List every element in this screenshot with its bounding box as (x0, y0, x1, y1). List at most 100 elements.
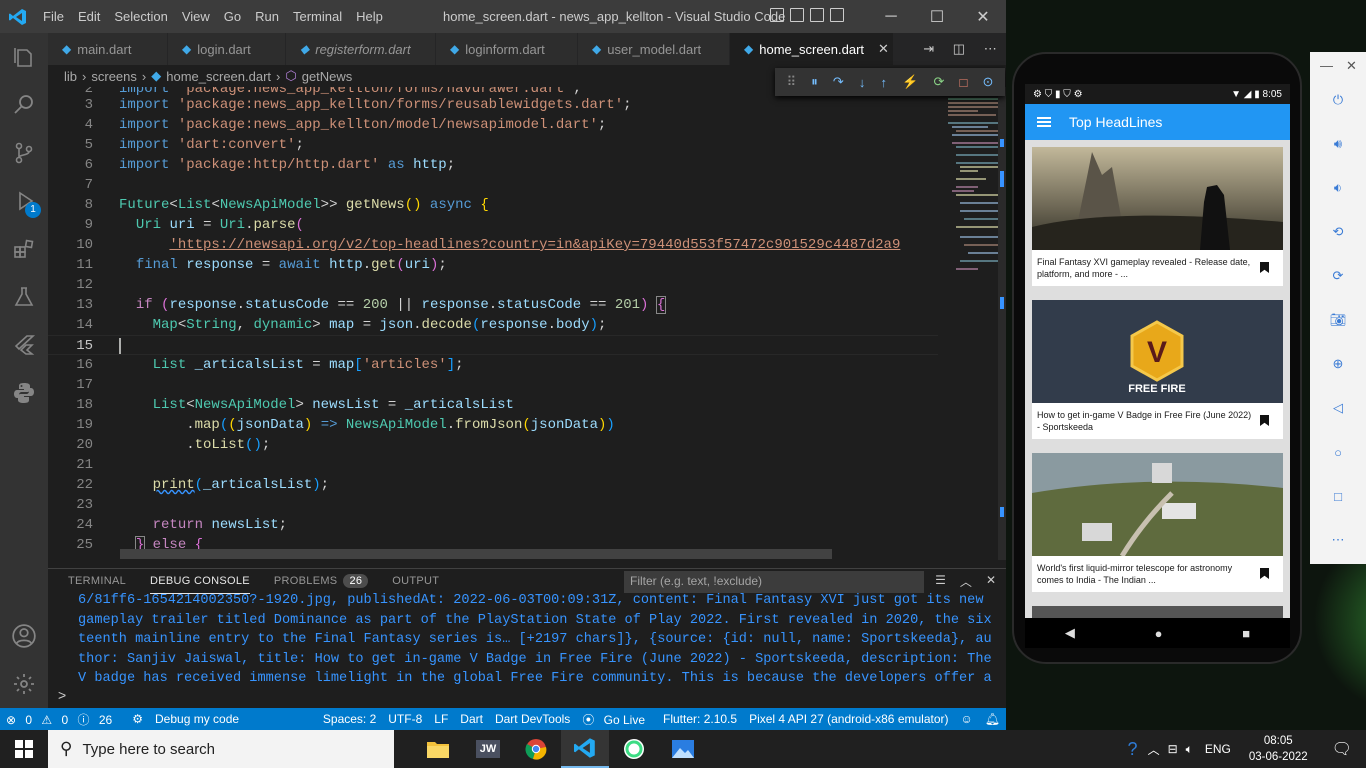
language-status[interactable]: Dart (454, 712, 489, 726)
home-icon[interactable]: ○ (1310, 430, 1366, 474)
step-out-icon[interactable]: ↑ (881, 75, 888, 90)
breadcrumb-file[interactable]: home_screen.dart (166, 69, 271, 84)
flutter-icon[interactable] (0, 321, 48, 369)
horizontal-scrollbar[interactable] (120, 549, 832, 559)
news-card[interactable] (1032, 606, 1283, 618)
bookmark-icon[interactable] (1260, 415, 1269, 426)
camera-icon[interactable]: 📷︎ (1310, 298, 1366, 342)
settings-gear-icon[interactable] (0, 660, 48, 708)
android-studio-icon[interactable] (610, 730, 658, 768)
clear-console-icon[interactable]: ☰ (935, 573, 946, 590)
pause-icon[interactable]: ⏸ (811, 74, 818, 90)
notifications-icon[interactable]: 🔔︎ (979, 712, 1006, 726)
jw-app-icon[interactable]: JW (464, 730, 512, 768)
code-editor[interactable]: 2 import 'package:news_app_kellton/forms/… (48, 87, 1006, 560)
restart-icon[interactable]: ⟳ (933, 74, 944, 90)
tab-output[interactable]: OUTPUT (392, 569, 439, 593)
more-actions-icon[interactable]: ⋯ (984, 41, 997, 57)
step-over-icon[interactable]: ↷ (833, 74, 844, 90)
clock[interactable]: 08:05 03-06-2022 (1239, 733, 1318, 765)
rotate-left-icon[interactable]: ⟲ (1310, 210, 1366, 254)
explorer-icon[interactable] (0, 33, 48, 81)
tab-loginform-dart[interactable]: ◆ loginform.dart (436, 33, 578, 65)
stop-icon[interactable]: □ (959, 75, 967, 90)
minimize-emulator-icon[interactable]: — (1320, 58, 1333, 73)
photos-icon[interactable] (659, 730, 707, 768)
menu-terminal[interactable]: Terminal (286, 0, 349, 33)
menu-selection[interactable]: Selection (107, 0, 174, 33)
testing-icon[interactable] (0, 273, 48, 321)
power-icon[interactable]: ⏻ (1310, 78, 1366, 122)
maximize-icon[interactable]: ☐ (914, 0, 960, 33)
volume-up-icon[interactable]: 🔊︎ (1310, 122, 1366, 166)
device-status[interactable]: Pixel 4 API 27 (android-x86 emulator) (743, 712, 954, 726)
zoom-icon[interactable]: ⊕ (1310, 342, 1366, 386)
console-prompt-icon[interactable]: > (58, 687, 66, 703)
tab-problems[interactable]: PROBLEMS 26 (274, 569, 369, 593)
tab-login-dart[interactable]: ◆ login.dart (168, 33, 286, 65)
eol-status[interactable]: LF (428, 712, 454, 726)
windows-start-icon[interactable] (0, 730, 48, 768)
toggle-secondary-sidebar-icon[interactable] (810, 8, 824, 22)
devtools-search-icon[interactable]: ⊙ (982, 74, 993, 90)
rotate-right-icon[interactable]: ⟳ (1310, 254, 1366, 298)
vertical-scrollbar[interactable] (998, 87, 1006, 560)
breadcrumb-screens[interactable]: screens (91, 69, 137, 84)
hot-reload-icon[interactable]: ⚡ (902, 74, 918, 90)
tab-main-dart[interactable]: ◆ main.dart (48, 33, 168, 65)
customize-layout-icon[interactable] (830, 8, 844, 22)
news-card[interactable]: V FREE FIRE How to get in-game V Badge in… (1032, 300, 1283, 439)
drag-handle-icon[interactable]: ⠿ (787, 74, 797, 90)
debug-icon[interactable]: ⚙ (124, 712, 149, 726)
source-control-icon[interactable] (0, 129, 48, 177)
open-changes-icon[interactable]: ⇥ (923, 41, 934, 57)
news-card[interactable]: World's first liquid-mirror telescope fo… (1032, 453, 1283, 592)
menu-view[interactable]: View (175, 0, 217, 33)
tab-user-model-dart[interactable]: ◆ user_model.dart (578, 33, 730, 65)
recents-icon[interactable]: ■ (1242, 626, 1250, 641)
python-icon[interactable] (0, 369, 48, 417)
menu-file[interactable]: File (36, 0, 71, 33)
filter-input[interactable]: Filter (e.g. text, !exclude) (624, 571, 924, 593)
chrome-icon[interactable] (512, 730, 560, 768)
back-icon[interactable]: ◁ (1310, 386, 1366, 430)
overview-icon[interactable]: □ (1310, 474, 1366, 518)
breadcrumb-lib[interactable]: lib (64, 69, 77, 84)
home-icon[interactable]: ● (1155, 626, 1163, 641)
notification-center-icon[interactable]: 🗨︎ (1318, 739, 1366, 759)
input-language[interactable]: ENG (1197, 742, 1239, 756)
minimize-icon[interactable]: ─ (868, 0, 914, 33)
network-icon[interactable]: ⊟ (1164, 742, 1182, 756)
debug-config[interactable]: Debug my code (149, 712, 245, 726)
flutter-version-status[interactable]: Flutter: 2.10.5 (657, 712, 743, 726)
close-panel-icon[interactable]: ✕ (986, 573, 996, 590)
search-icon[interactable] (0, 81, 48, 129)
toggle-panel-icon[interactable] (790, 8, 804, 22)
minimap[interactable] (938, 87, 1006, 287)
bookmark-icon[interactable] (1260, 262, 1269, 273)
menu-edit[interactable]: Edit (71, 0, 107, 33)
close-tab-icon[interactable]: ✕ (878, 41, 889, 57)
dart-devtools-status[interactable]: Dart DevTools (489, 712, 576, 726)
back-icon[interactable]: ◀ (1065, 625, 1075, 641)
menu-run[interactable]: Run (248, 0, 286, 33)
problems-status[interactable]: ⊗ 0 ⚠ 0 ⓘ 26 (0, 711, 124, 728)
indentation-status[interactable]: Spaces: 2 (317, 712, 382, 726)
split-editor-icon[interactable]: ◫ (953, 41, 965, 57)
volume-down-icon[interactable]: 🔉︎ (1310, 166, 1366, 210)
news-card[interactable]: Final Fantasy XVI gameplay revealed - Re… (1032, 147, 1283, 286)
bookmark-icon[interactable] (1260, 568, 1269, 579)
vscode-logo-icon[interactable] (0, 0, 36, 33)
volume-icon[interactable]: 🔈︎ (1182, 742, 1197, 757)
feedback-icon[interactable]: ☺ (955, 712, 979, 726)
tab-home-screen-dart[interactable]: ◆ home_screen.dart ✕ (730, 33, 894, 65)
menu-help[interactable]: Help (349, 0, 390, 33)
vscode-taskbar-icon[interactable] (561, 730, 609, 768)
toggle-sidebar-icon[interactable] (770, 8, 784, 22)
file-explorer-icon[interactable] (414, 730, 462, 768)
taskbar-search[interactable]: ⚲ Type here to search (48, 730, 394, 768)
run-debug-icon[interactable]: 1 (0, 177, 48, 225)
accounts-icon[interactable] (0, 612, 48, 660)
close-icon[interactable]: ✕ (960, 0, 1006, 33)
extensions-icon[interactable] (0, 225, 48, 273)
